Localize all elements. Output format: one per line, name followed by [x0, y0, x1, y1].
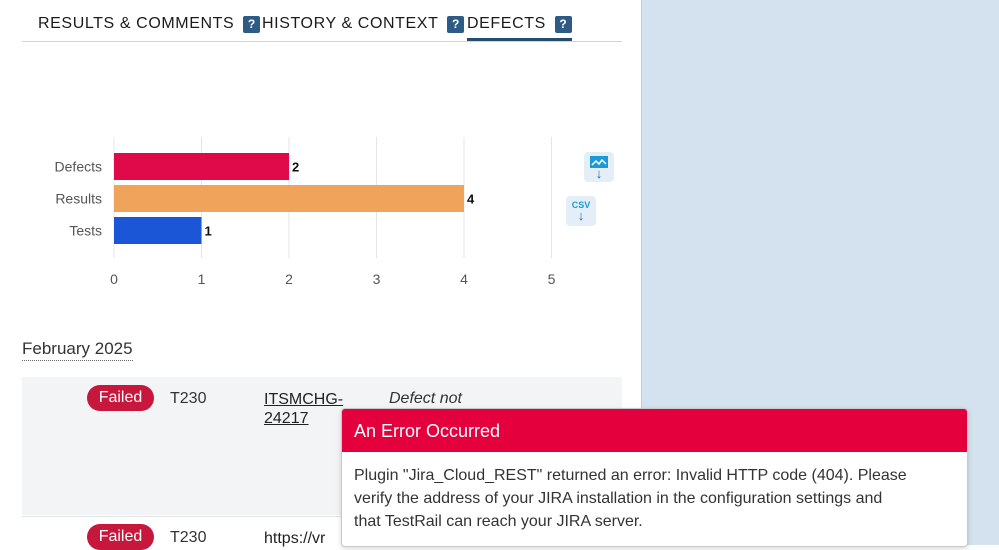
download-arrow-icon: ↓	[595, 165, 603, 181]
x-tick-label: 0	[110, 271, 118, 287]
error-title: An Error Occurred	[342, 409, 967, 452]
defect-link[interactable]: https://vr	[264, 529, 325, 548]
defect-link[interactable]: ITSMCHG- 24217	[264, 390, 343, 428]
status-badge: Failed	[87, 524, 154, 550]
bar-tests	[114, 217, 202, 244]
test-id[interactable]: T230	[170, 529, 206, 547]
bar-chart: 0 1 2 3 4 5 Defects 2 Results 4 Tests 1	[55, 137, 556, 287]
error-line: verify the address of your JIRA installa…	[354, 490, 883, 507]
bar-results	[114, 185, 464, 212]
data-label: 4	[467, 192, 475, 207]
data-label: 2	[292, 160, 299, 175]
category-label: Tests	[69, 223, 102, 239]
data-label: 1	[205, 224, 212, 239]
x-tick-label: 3	[373, 271, 381, 287]
category-label: Defects	[55, 159, 102, 175]
test-id[interactable]: T230	[170, 390, 206, 408]
download-image-button[interactable]: ↓	[584, 152, 614, 182]
category-label: Results	[55, 191, 102, 207]
x-tick-label: 1	[198, 271, 206, 287]
month-heading[interactable]: February 2025	[22, 339, 133, 361]
x-tick-label: 2	[285, 271, 293, 287]
bar-defects	[114, 153, 289, 180]
defect-status: Defect not	[389, 390, 462, 407]
x-tick-label: 4	[460, 271, 468, 287]
error-line: that TestRail can reach your JIRA server…	[354, 513, 643, 530]
error-line: Plugin "Jira_Cloud_REST" returned an err…	[354, 467, 907, 484]
defects-chart: 0 1 2 3 4 5 Defects 2 Results 4 Tests 1	[0, 0, 641, 320]
error-dialog: An Error Occurred Plugin "Jira_Cloud_RES…	[341, 408, 968, 547]
x-tick-label: 5	[548, 271, 556, 287]
download-arrow-icon: ↓	[577, 208, 585, 223]
download-csv-button[interactable]: CSV ↓	[566, 196, 596, 226]
status-badge: Failed	[87, 385, 154, 411]
error-message: Plugin "Jira_Cloud_REST" returned an err…	[342, 452, 967, 533]
